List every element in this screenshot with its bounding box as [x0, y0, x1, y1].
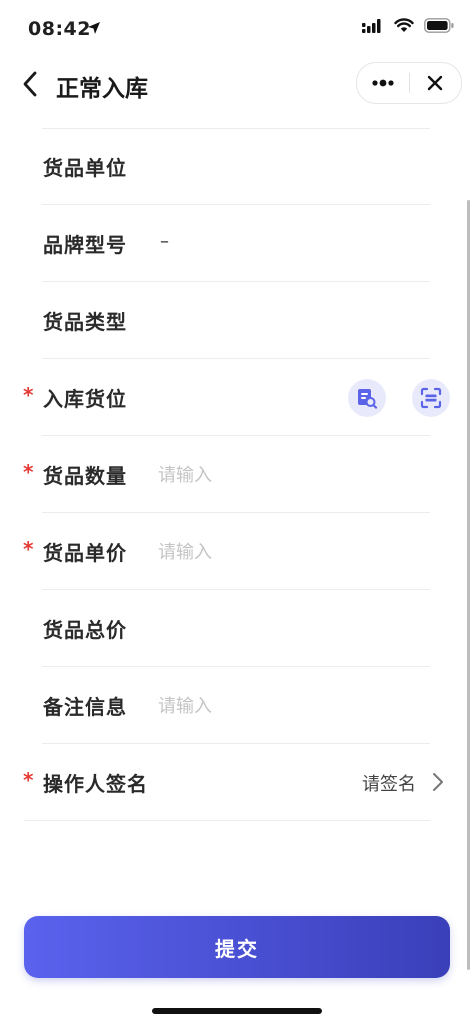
field-label-location: 入库货位 [43, 387, 127, 411]
field-label-brand-model: 品牌型号 [43, 233, 127, 257]
scan-icon [420, 387, 442, 409]
status-icons [362, 18, 454, 33]
chevron-right-icon[interactable] [432, 772, 444, 792]
quantity-input[interactable] [158, 460, 388, 490]
form-row-location: * 入库货位 [0, 359, 474, 436]
field-value-brand-model: – [160, 231, 169, 252]
form-row-signature[interactable]: * 操作人签名 请签名 [0, 744, 474, 821]
form-row-unit: 货品单位 [0, 128, 474, 205]
more-dots-icon [372, 79, 394, 87]
close-icon [428, 75, 443, 91]
location-arrow-icon [88, 22, 100, 34]
nav-bar: 正常入库 [0, 56, 474, 112]
field-label-signature: 操作人签名 [43, 772, 148, 796]
field-label-total-price: 货品总价 [43, 618, 127, 642]
remarks-input[interactable] [158, 691, 388, 721]
field-label-type: 货品类型 [43, 310, 127, 334]
scan-button[interactable] [412, 379, 450, 417]
required-mark: * [23, 383, 34, 407]
back-button[interactable] [14, 66, 46, 102]
battery-icon [424, 18, 454, 33]
form-row-type: 货品类型 [0, 282, 474, 359]
form-row-brand-model: 品牌型号 – [0, 205, 474, 282]
signature-action[interactable]: 请签名 [362, 770, 416, 796]
form-row-quantity: * 货品数量 [0, 436, 474, 513]
form-row-remarks: 备注信息 [0, 667, 474, 744]
inbound-form: 货品单位 品牌型号 – 货品类型 * 入库货位 * 货品数量 请输入 * 货品单… [0, 128, 474, 821]
mini-program-capsule [356, 62, 462, 104]
field-label-unit-price: 货品单价 [43, 541, 127, 565]
cellular-signal-icon [362, 18, 381, 33]
submit-button[interactable]: 提交 [24, 916, 450, 978]
wifi-icon [394, 18, 414, 32]
more-button[interactable] [357, 63, 409, 103]
location-search-button[interactable] [348, 379, 386, 417]
required-mark: * [23, 537, 34, 561]
field-label-quantity: 货品数量 [43, 464, 127, 488]
home-indicator [152, 1008, 322, 1014]
field-label-unit: 货品单位 [43, 156, 127, 180]
status-bar: 08:42 [0, 0, 474, 56]
required-mark: * [23, 768, 34, 792]
document-search-icon [358, 389, 378, 409]
back-chevron-icon [23, 71, 37, 97]
required-mark: * [23, 460, 34, 484]
page-title: 正常入库 [56, 76, 148, 102]
form-row-unit-price: * 货品单价 [0, 513, 474, 590]
unit-price-input[interactable] [158, 537, 388, 567]
field-label-remarks: 备注信息 [43, 695, 127, 719]
status-time: 08:42 [28, 18, 91, 40]
close-button[interactable] [410, 63, 462, 103]
form-row-total-price: 货品总价 [0, 590, 474, 667]
